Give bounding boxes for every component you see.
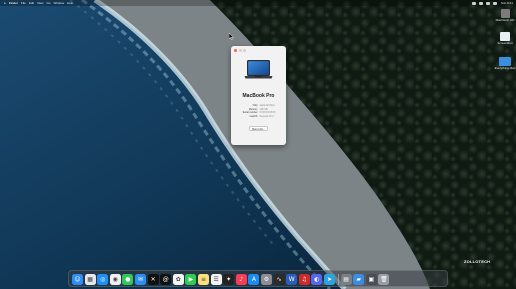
- dock-app-launchpad[interactable]: ▦: [84, 273, 96, 285]
- apple-menu-icon[interactable]: ●: [4, 0, 6, 6]
- launchpad-icon: ▦: [87, 275, 93, 283]
- messages-icon: ●: [125, 275, 131, 283]
- discord-icon: ◐: [314, 275, 320, 283]
- x-icon: ✕: [150, 275, 156, 283]
- dock-app-messages[interactable]: ●: [122, 273, 134, 285]
- word-icon: W: [288, 275, 295, 283]
- dock-app-activity-monitor[interactable]: ∿: [273, 273, 285, 285]
- reminders-icon: ☰: [213, 275, 219, 283]
- desktop-icon-label: Everything Mac: [494, 66, 516, 70]
- desktop-icon-everything-mac[interactable]: Everything Mac: [493, 57, 516, 70]
- dock-app-word[interactable]: W: [286, 273, 298, 285]
- desktop-icon-label: Screenshot: [497, 41, 513, 45]
- scrobbles-icon: ♫: [301, 275, 307, 283]
- macbook-pro-image: [244, 60, 273, 79]
- folder-icon: [499, 57, 511, 66]
- more-info-button[interactable]: More Info...: [249, 126, 268, 131]
- telegram-icon: ➤: [326, 275, 333, 283]
- spec-list: Chip Apple M4 Max Memory 128 GB Serial n…: [235, 104, 282, 118]
- dock-app-photos[interactable]: ✿: [172, 273, 184, 285]
- dock-app-screenshots[interactable]: ▣: [365, 273, 377, 285]
- dock-app-facetime[interactable]: ▶: [185, 273, 197, 285]
- app-store-icon: A: [251, 275, 256, 283]
- threads-icon: @: [162, 275, 169, 283]
- menu-edit[interactable]: Edit: [29, 0, 34, 6]
- finder-icon: ☺: [74, 275, 81, 283]
- menu-app-name[interactable]: Finder: [9, 0, 18, 6]
- dock-app-x[interactable]: ✕: [147, 273, 159, 285]
- dock-app-telegram[interactable]: ➤: [324, 273, 335, 285]
- dock-app-safari[interactable]: ◎: [97, 273, 109, 285]
- menu-file[interactable]: File: [21, 0, 26, 6]
- about-this-mac-window: MacBook Pro Chip Apple M4 Max Memory 128…: [231, 46, 286, 145]
- dock-app-settings[interactable]: ⚙: [261, 273, 272, 285]
- search-icon[interactable]: [492, 1, 497, 5]
- spec-key: macOS: [249, 114, 258, 118]
- spec-value: Sequoia 15.2: [259, 114, 274, 118]
- spec-row: macOS Sequoia 15.2: [235, 115, 282, 119]
- menu-clock[interactable]: Sun 9:41: [501, 0, 513, 6]
- dock: ☺ ▦ ◎ ◉ ● ✉ ✕ @ ✿ ▶ ≡ ☰ ✦ ♪ A ⚙ ∿ W ♫ ◐ ➤ ▤ ▰ ▣ 🗑: [68, 270, 448, 287]
- menu-view[interactable]: View: [37, 0, 43, 6]
- dock-app-threads[interactable]: @: [160, 273, 172, 285]
- minimize-button[interactable]: [238, 49, 242, 52]
- final-cut-icon: ✦: [226, 275, 232, 283]
- close-button[interactable]: [234, 49, 237, 52]
- watermark-text: ZOLLOTECH: [464, 259, 491, 264]
- hard-drive-icon: [500, 9, 510, 18]
- zoom-button[interactable]: [243, 49, 246, 52]
- folder-icon: ▰: [356, 275, 361, 283]
- dock-app-mail[interactable]: ✉: [135, 273, 146, 285]
- dock-app-reminders[interactable]: ☰: [210, 273, 222, 285]
- mail-icon: ✉: [137, 275, 144, 283]
- trash-icon: 🗑: [380, 275, 388, 283]
- menu-window[interactable]: Window: [53, 0, 64, 6]
- screenshot-icon: [500, 32, 510, 41]
- mouse-cursor-icon: [229, 33, 234, 40]
- dock-app-app-store[interactable]: A: [248, 273, 260, 285]
- safari-icon: ◎: [100, 275, 106, 283]
- chrome-icon: ◉: [112, 275, 118, 283]
- preview-icon: ▤: [343, 275, 349, 283]
- dock-app-finder[interactable]: ☺: [72, 273, 83, 285]
- dock-app-preview[interactable]: ▤: [340, 273, 352, 285]
- dock-app-chrome[interactable]: ◉: [109, 273, 121, 285]
- dock-app-final-cut[interactable]: ✦: [223, 273, 235, 285]
- settings-icon: ⚙: [263, 275, 270, 283]
- battery-icon[interactable]: [485, 1, 490, 5]
- menu-go[interactable]: Go: [46, 0, 50, 6]
- dock-app-notes[interactable]: ≡: [198, 273, 209, 285]
- photos-icon: ✿: [175, 275, 181, 283]
- activity-monitor-icon: ∿: [276, 275, 282, 283]
- desktop-icon-macintosh-hd[interactable]: Macintosh HD: [493, 9, 516, 22]
- dock-app-folder[interactable]: ▰: [353, 273, 365, 285]
- dock-app-trash[interactable]: 🗑: [378, 273, 390, 285]
- screenshots-icon: ▣: [368, 275, 375, 283]
- dock-app-discord[interactable]: ◐: [311, 273, 323, 285]
- wifi-icon[interactable]: [471, 1, 476, 5]
- desktop-icon-label: Macintosh HD: [495, 18, 515, 22]
- facetime-icon: ▶: [188, 275, 194, 283]
- menu-help[interactable]: Help: [67, 0, 73, 6]
- notes-icon: ≡: [200, 275, 207, 283]
- dock-separator: [337, 274, 339, 285]
- menu-bar: ● Finder File Edit View Go Window Help S…: [0, 0, 516, 6]
- desktop-icon-screenshot[interactable]: Screenshot: [493, 32, 516, 45]
- control-center-icon[interactable]: [478, 1, 483, 5]
- music-icon: ♪: [239, 275, 244, 283]
- dock-app-music[interactable]: ♪: [235, 273, 247, 285]
- model-name: MacBook Pro: [242, 93, 275, 99]
- dock-app-scrobbles[interactable]: ♫: [298, 273, 310, 285]
